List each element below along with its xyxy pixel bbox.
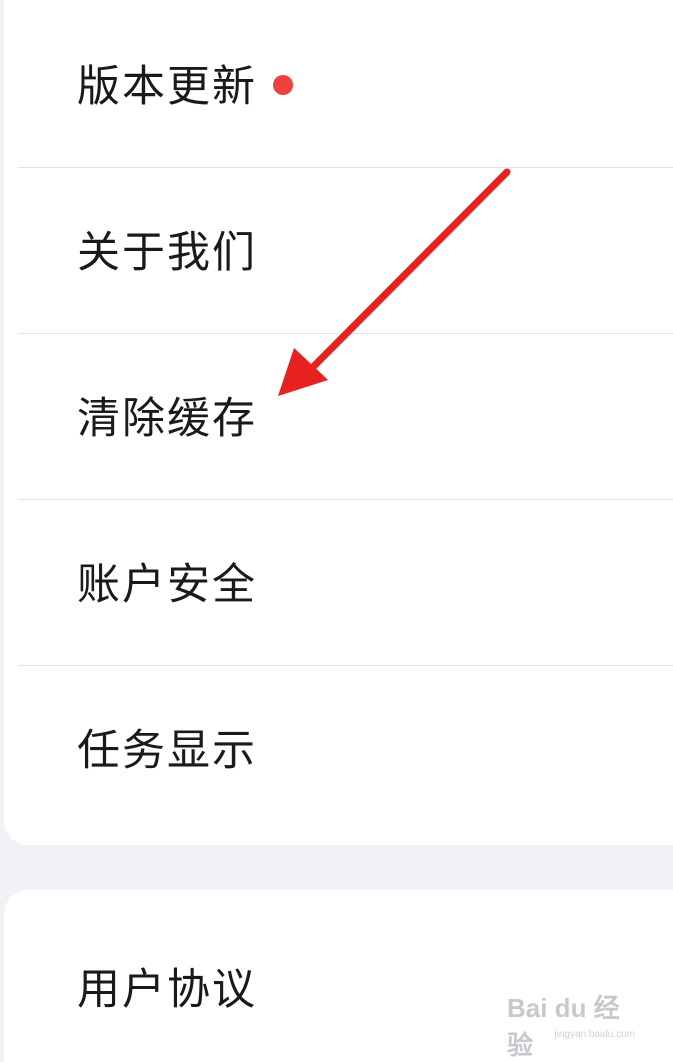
divider xyxy=(18,167,673,168)
watermark-url: jingyan.baidu.com xyxy=(554,1029,635,1040)
settings-item-label: 任务显示 xyxy=(77,726,257,776)
watermark: Bai du 经验 jingyan.baidu.com xyxy=(507,980,637,1060)
update-badge-dot xyxy=(273,74,293,95)
settings-item-clear-cache[interactable]: 清除缓存 xyxy=(4,337,673,502)
divider xyxy=(18,665,673,666)
settings-item-label: 账户安全 xyxy=(77,560,257,610)
settings-item-task-display[interactable]: 任务显示 xyxy=(4,669,673,834)
settings-item-version-update[interactable]: 版本更新 xyxy=(4,5,673,170)
settings-page: 版本更新 关于我们 清除缓存 账户安全 任务显示 用户协议 Bai du 经验 … xyxy=(0,0,673,1062)
divider xyxy=(18,333,673,334)
settings-item-account-security[interactable]: 账户安全 xyxy=(4,503,673,668)
settings-item-about-us[interactable]: 关于我们 xyxy=(4,171,673,336)
settings-item-label: 版本更新 xyxy=(77,62,257,112)
watermark-brand: Bai du 经验 xyxy=(507,993,620,1060)
settings-card-main: 版本更新 关于我们 清除缓存 账户安全 任务显示 xyxy=(4,0,673,845)
settings-item-label: 清除缓存 xyxy=(77,394,257,444)
divider xyxy=(18,499,673,500)
settings-item-label: 关于我们 xyxy=(77,228,257,278)
settings-item-label: 用户协议 xyxy=(77,965,257,1015)
